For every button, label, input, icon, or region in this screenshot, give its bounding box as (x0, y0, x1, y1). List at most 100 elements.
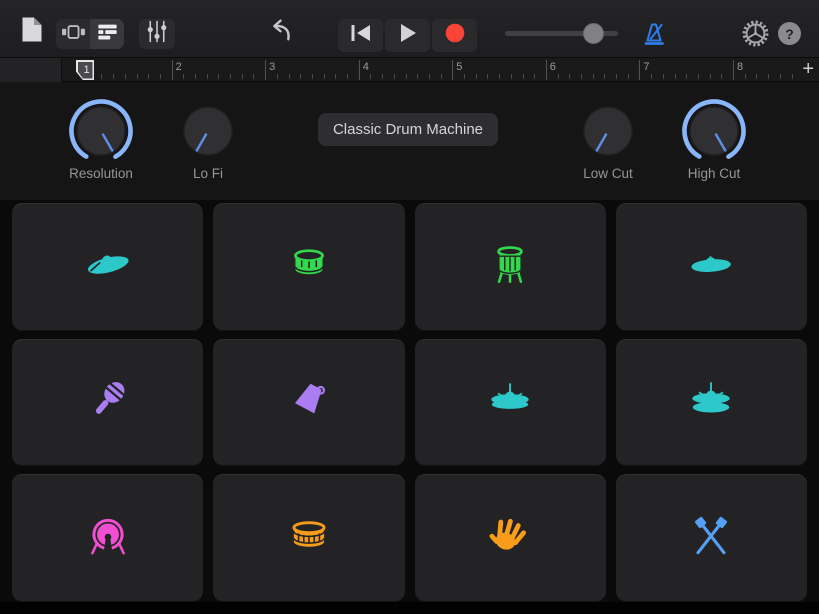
measure-line (639, 60, 641, 80)
volume-slider-thumb[interactable] (582, 23, 604, 44)
beat-tick (627, 74, 629, 79)
playhead-measure-number: 1 (77, 61, 93, 79)
measure-number: 6 (549, 61, 556, 73)
play-button[interactable] (385, 19, 430, 52)
measure-line (733, 60, 734, 80)
beat-tick (335, 74, 337, 79)
beat-tick (440, 74, 442, 79)
beat-tick (592, 74, 594, 79)
beat-tick (697, 74, 699, 79)
beat-tick (124, 74, 126, 79)
beat-tick (393, 74, 395, 79)
pad-crash-cymbal[interactable] (615, 203, 807, 331)
record-icon (445, 23, 465, 48)
beat-tick (218, 74, 220, 79)
garageband-drum-machine-screen: ? 2345678 1 + Resolution Lo Fi Low Cut H… (0, 0, 819, 614)
rewind-icon (350, 24, 372, 47)
document-icon (20, 17, 44, 47)
pad-ride-cymbal[interactable] (12, 203, 204, 331)
beat-tick (323, 74, 325, 79)
my-songs-button[interactable] (20, 16, 44, 48)
beat-tick (311, 74, 313, 79)
beat-tick (113, 74, 115, 79)
cowbell-icon (284, 375, 334, 430)
maraca-icon (83, 375, 133, 430)
settings-button[interactable] (741, 19, 770, 53)
undo-button[interactable] (265, 16, 293, 49)
pad-snare-side[interactable] (213, 474, 405, 602)
rewind-button[interactable] (338, 19, 383, 52)
patch-select-button[interactable]: Classic Drum Machine (318, 113, 498, 146)
measure-number: 2 (175, 61, 182, 73)
beat-tick (475, 74, 477, 79)
ride-cymbal-icon (83, 239, 133, 294)
tracks-view-button[interactable] (90, 19, 124, 49)
beat-tick (101, 74, 103, 79)
beat-tick (662, 74, 664, 79)
pad-hi-hat-closed[interactable] (414, 338, 606, 467)
beat-tick (417, 74, 419, 79)
beat-tick (616, 74, 617, 79)
beat-tick (651, 74, 653, 79)
pad-hand-clap[interactable] (414, 474, 606, 602)
measure-line (358, 60, 360, 80)
settings-icon (741, 20, 770, 52)
pad-cowbell[interactable] (213, 338, 405, 467)
measure-number: 7 (643, 61, 650, 73)
lo-fi-knob[interactable] (173, 96, 243, 166)
kick-drum-icon (83, 511, 133, 566)
low-cut-knob[interactable] (573, 96, 643, 166)
beat-tick (183, 74, 185, 79)
beat-tick (791, 74, 793, 79)
knob-label: High Cut (687, 166, 741, 181)
beat-tick (241, 74, 243, 79)
beat-tick (276, 74, 278, 79)
snare-side-icon (284, 511, 334, 566)
floor-tom-icon (485, 239, 535, 294)
measure-line (265, 60, 267, 80)
metronome-button[interactable] (639, 19, 669, 54)
beat-tick (744, 74, 746, 79)
beat-tick (464, 74, 465, 79)
volume-slider[interactable] (505, 23, 618, 44)
beat-tick (288, 74, 290, 79)
beat-tick (569, 74, 571, 79)
beat-tick (709, 74, 711, 79)
high-cut-knob[interactable] (679, 96, 749, 166)
playhead-marker[interactable]: 1 (76, 60, 94, 80)
pad-shaker[interactable] (12, 338, 204, 467)
measure-number: 8 (737, 61, 744, 73)
pad-snare-drum[interactable] (213, 203, 405, 331)
beat-tick (557, 74, 559, 79)
open-hihat-icon (686, 375, 736, 430)
beat-tick (534, 74, 536, 79)
pad-drumsticks[interactable] (615, 474, 807, 602)
beat-tick (136, 74, 138, 79)
pad-hi-hat-open[interactable] (615, 338, 807, 467)
pad-floor-tom[interactable] (414, 203, 606, 331)
resolution-knob[interactable] (66, 96, 136, 166)
beat-tick (405, 74, 407, 79)
record-button[interactable] (432, 19, 477, 52)
live-loops-grid-button[interactable] (56, 19, 90, 49)
tracks-view-icon (95, 21, 120, 48)
pad-kick-drum[interactable] (12, 474, 204, 602)
track-controls-button[interactable] (139, 19, 175, 49)
beat-tick (300, 74, 302, 79)
closed-hihat-icon (485, 375, 535, 430)
beat-tick (382, 74, 384, 79)
measure-number: 4 (362, 61, 369, 73)
beat-tick (580, 74, 582, 79)
beat-tick (510, 74, 512, 79)
transport-controls (338, 19, 477, 52)
ruler[interactable]: 2 3 4 5 6 7 8 1 + (0, 58, 819, 82)
beat-tick (253, 74, 255, 79)
bottom-strip (0, 602, 819, 614)
measure-line (171, 60, 173, 80)
knob-label: Lo Fi (192, 166, 223, 181)
beat-tick (768, 74, 770, 79)
live-loops-grid-icon (60, 21, 87, 48)
crash-cymbal-icon (686, 239, 736, 294)
help-button[interactable]: ? (778, 22, 801, 45)
add-measures-button[interactable]: + (802, 58, 814, 82)
